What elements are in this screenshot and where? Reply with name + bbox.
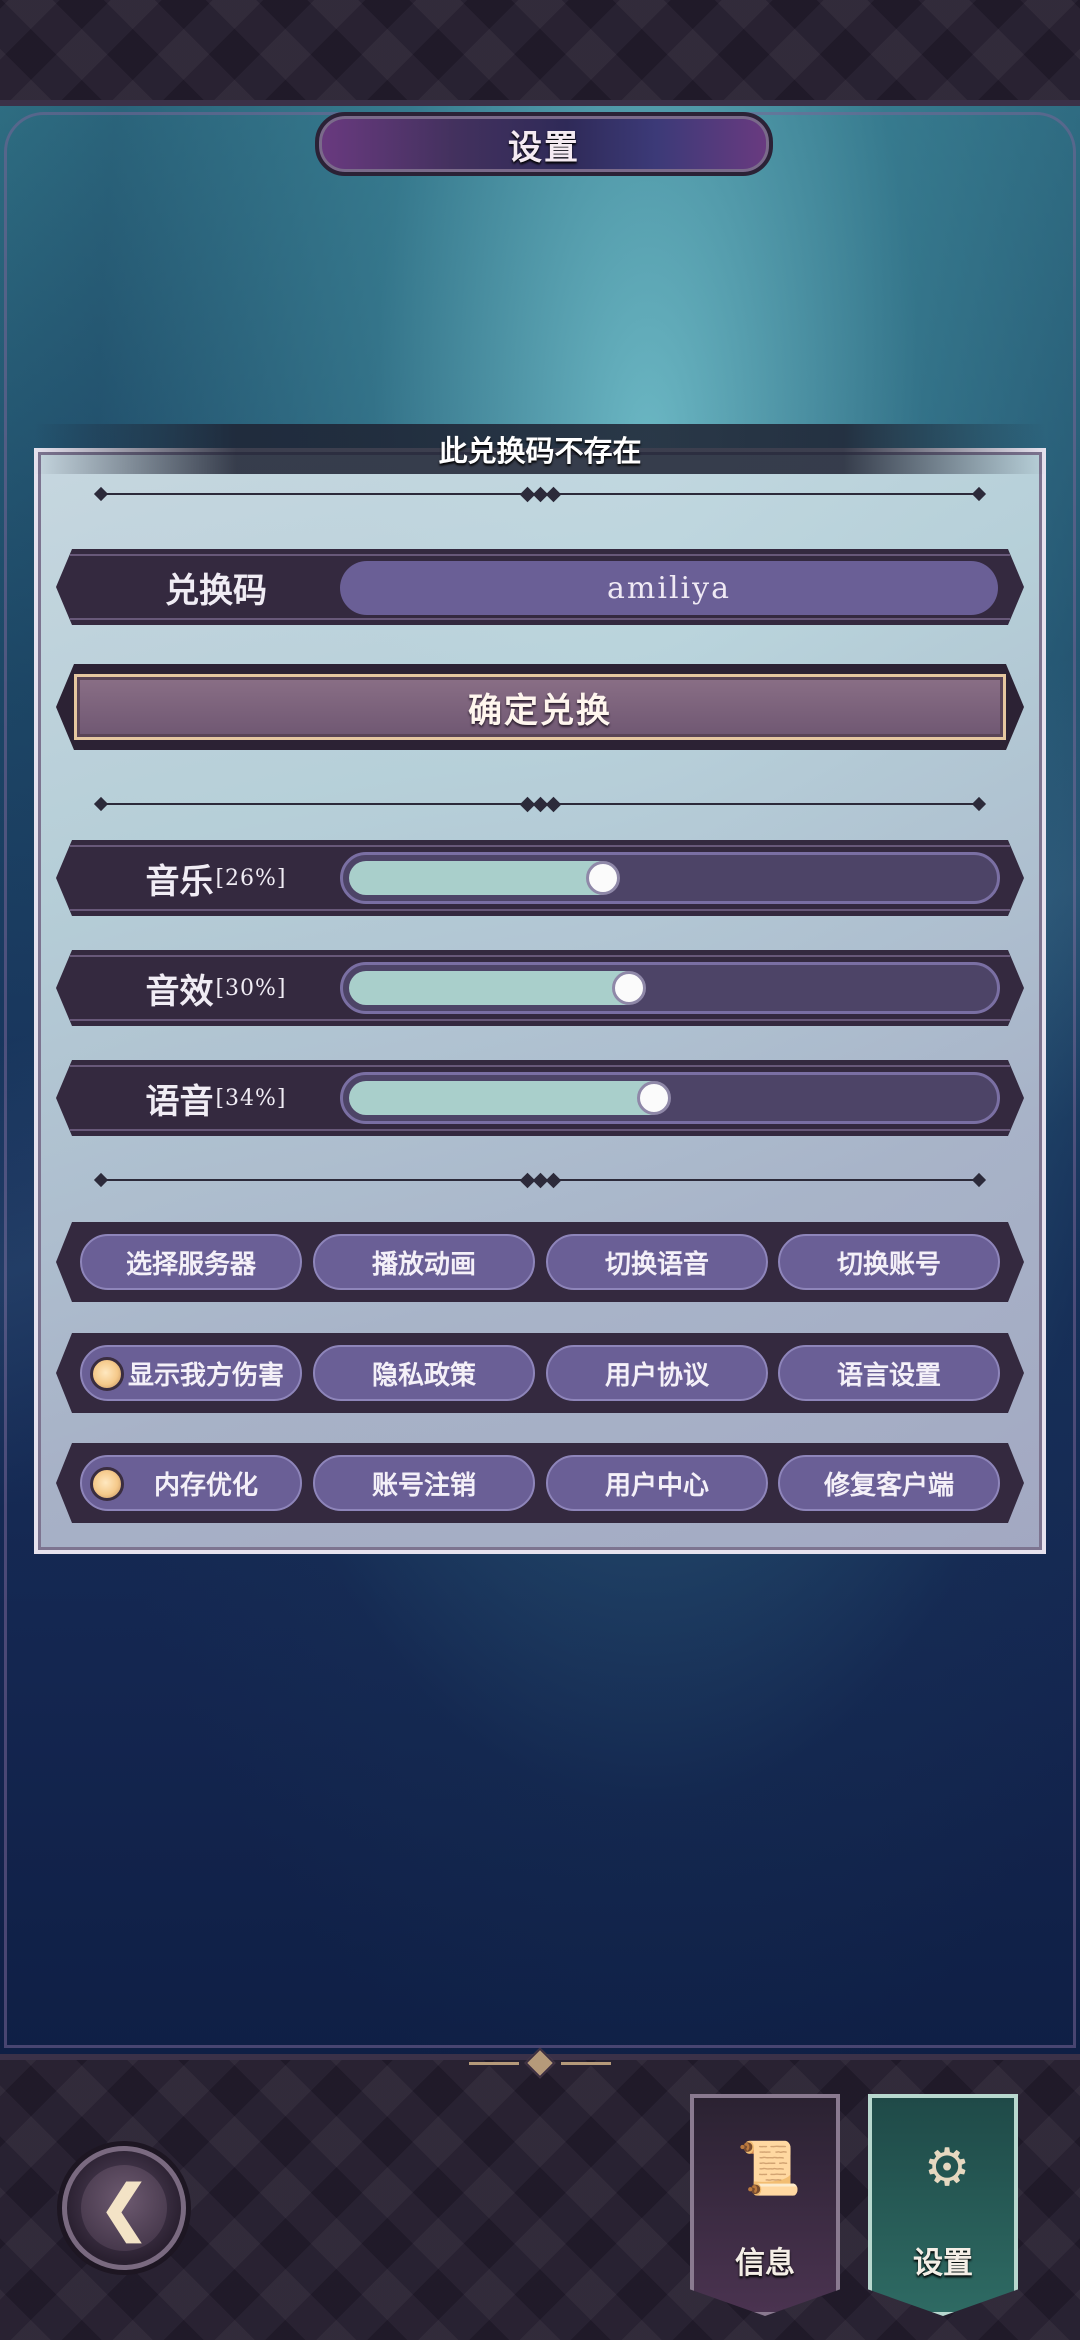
music-volume-row: 音乐 [26%] <box>56 840 1024 916</box>
memory-optimize-label: 内存优化 <box>153 1470 258 1501</box>
voice-volume-knob[interactable] <box>637 1081 671 1115</box>
ornament-divider <box>93 486 987 502</box>
settings-screen: 设置 此兑换码不存在 兑换码 amiliya 确定兑换 音乐 [26%] 音效 [3… <box>0 0 1080 2340</box>
back-arrow-icon: ❮ <box>81 2165 167 2251</box>
sfx-volume-label: 音效 [30%] <box>145 971 287 1012</box>
user-center-button[interactable]: 用户中心 <box>546 1455 768 1511</box>
switch-account-button[interactable]: 切换账号 <box>778 1234 1000 1290</box>
show-damage-label: 显示我方伤害 <box>127 1360 284 1391</box>
page-title: 设置 <box>508 127 580 168</box>
panel-notice-bar: 此兑换码不存在 <box>34 424 1046 474</box>
music-volume-slider[interactable] <box>340 852 1000 904</box>
options-row-1: 选择服务器 播放动画 切换语音 切换账号 <box>56 1222 1024 1302</box>
show-damage-toggle[interactable]: 显示我方伤害 <box>80 1345 302 1401</box>
options-row-2: 显示我方伤害 隐私政策 用户协议 语言设置 <box>56 1333 1024 1413</box>
switch-voice-button[interactable]: 切换语音 <box>546 1234 768 1290</box>
redeem-label: 兑换码 <box>165 570 267 611</box>
sfx-volume-fill <box>349 971 642 1005</box>
options-row-3: 内存优化 账号注销 用户中心 修复客户端 <box>56 1443 1024 1523</box>
voice-volume-slider[interactable] <box>340 1072 1000 1124</box>
music-volume-percent: [26%] <box>215 865 287 891</box>
redeem-code-input[interactable]: amiliya <box>340 561 998 615</box>
scroll-icon: 📜 <box>736 2138 802 2199</box>
language-settings-button[interactable]: 语言设置 <box>778 1345 1000 1401</box>
tab-settings-label: 设置 <box>913 2246 973 2281</box>
privacy-policy-button[interactable]: 隐私政策 <box>313 1345 535 1401</box>
sfx-volume-row: 音效 [30%] <box>56 950 1024 1026</box>
ornament-divider <box>93 1172 987 1188</box>
music-volume-label: 音乐 [26%] <box>145 861 287 902</box>
back-button[interactable]: ❮ <box>62 2146 186 2270</box>
sfx-volume-slider[interactable] <box>340 962 1000 1014</box>
confirm-redeem-label: 确定兑换 <box>74 674 1006 740</box>
music-volume-fill <box>349 861 616 895</box>
toggle-indicator-icon <box>90 1467 124 1501</box>
sfx-volume-knob[interactable] <box>612 971 646 1005</box>
gears-icon: ⚙ <box>923 2138 971 2198</box>
select-server-button[interactable]: 选择服务器 <box>80 1234 302 1290</box>
voice-volume-fill <box>349 1081 667 1115</box>
delete-account-button[interactable]: 账号注销 <box>313 1455 535 1511</box>
title-plaque: 设置 <box>315 112 773 176</box>
music-volume-knob[interactable] <box>586 861 620 895</box>
play-animation-button[interactable]: 播放动画 <box>313 1234 535 1290</box>
confirm-redeem-button[interactable]: 确定兑换 <box>56 664 1024 750</box>
bottom-ornament <box>450 2047 630 2079</box>
voice-volume-percent: [34%] <box>215 1085 287 1111</box>
sfx-volume-percent: [30%] <box>215 975 287 1001</box>
ornament-divider <box>93 796 987 812</box>
user-agreement-button[interactable]: 用户协议 <box>546 1345 768 1401</box>
tab-settings[interactable]: ⚙ 设置 <box>868 2094 1018 2316</box>
tab-info[interactable]: 📜 信息 <box>690 2094 840 2316</box>
memory-optimize-toggle[interactable]: 内存优化 <box>80 1455 302 1511</box>
toggle-indicator-icon <box>90 1357 124 1391</box>
voice-volume-label: 语音 [34%] <box>145 1081 287 1122</box>
voice-volume-row: 语音 [34%] <box>56 1060 1024 1136</box>
redeem-error-message: 此兑换码不存在 <box>438 434 642 468</box>
redeem-row: 兑换码 amiliya <box>56 549 1024 625</box>
tab-info-label: 信息 <box>735 2246 795 2281</box>
repair-client-button[interactable]: 修复客户端 <box>778 1455 1000 1511</box>
